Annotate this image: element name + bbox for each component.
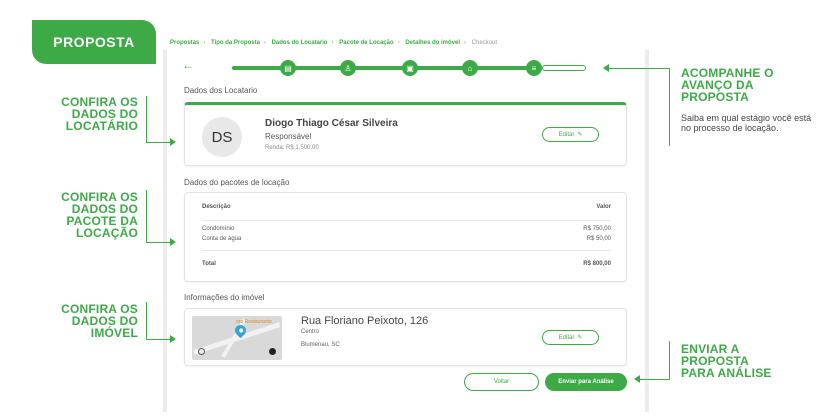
arrow-right-icon <box>170 238 176 246</box>
edit-property-label: Editar <box>558 334 575 341</box>
callout-connector <box>609 68 669 69</box>
callout-connector <box>640 379 670 380</box>
list-icon[interactable]: ▤ <box>280 60 296 76</box>
breadcrumb-separator: › <box>464 40 466 46</box>
pencil-icon: ✎ <box>577 335 583 341</box>
breadcrumb-item-checkout: Checkout <box>471 40 498 46</box>
callout-line: PARA ANÁLISE <box>681 366 772 380</box>
edit-property-button[interactable]: Editar ✎ <box>542 330 599 345</box>
breadcrumb-item-tipo[interactable]: Tipo da Proposta <box>211 40 260 46</box>
divider <box>202 220 611 221</box>
callout-line: LOCATÁRIO <box>65 119 138 133</box>
callout-progress: ACOMPANHE O AVANÇO DA PROPOSTA <box>681 67 831 103</box>
callout-bracket <box>669 341 670 380</box>
divider <box>202 250 611 251</box>
table-row: Condomínio R$ 750,00 <box>202 226 611 232</box>
proposal-badge-label: PROPOSTA <box>53 34 135 50</box>
edit-tenant-button[interactable]: Editar ✎ <box>542 127 599 142</box>
income-label: Renda: <box>265 145 285 151</box>
stage: PROPOSTA Propostas › Tipo da Proposta › Da… <box>0 0 840 420</box>
pencil-icon: ✎ <box>577 132 583 138</box>
callout-connector <box>146 242 170 243</box>
avatar: DS <box>202 117 242 157</box>
breadcrumb: Propostas › Tipo da Proposta › Dados do Lo… <box>170 40 497 46</box>
locate-icon[interactable] <box>198 348 205 355</box>
package-card: Descrição Valor Condomínio R$ 750,00 Con… <box>184 192 627 282</box>
arrow-right-icon <box>170 335 176 343</box>
tenant-card: DS Diogo Thiago César Silveira Responsáv… <box>184 102 627 166</box>
row-value: R$ 50,00 <box>586 236 611 242</box>
callout-line: LOCAÇÃO <box>75 226 138 240</box>
row-label: Condomínio <box>202 226 235 232</box>
edit-tenant-label: Editar <box>558 131 575 138</box>
back-button[interactable]: Voltar <box>464 373 539 391</box>
progress-line <box>232 66 542 70</box>
callout-connector <box>146 142 170 143</box>
progress-line-end <box>542 65 586 71</box>
arrow-right-icon <box>170 138 176 146</box>
callout-progress-description: Saiba em qual estágio você está no proce… <box>681 113 812 133</box>
package-section-title: Dados do pacotes de locação <box>184 178 290 187</box>
breadcrumb-item-imovel[interactable]: Detalhes do imóvel <box>405 40 460 46</box>
home-icon[interactable]: ⌂ <box>462 60 478 76</box>
total-value: R$ 800,00 <box>583 261 611 267</box>
callout-property: CONFIRA OS DADOS DO IMÓVEL <box>30 303 138 339</box>
table-row: Conta de água R$ 50,00 <box>202 236 611 242</box>
callout-line: IMÓVEL <box>90 326 138 340</box>
callout-package: CONFIRA OS DADOS DO PACOTE DA LOCAÇÃO <box>30 191 138 239</box>
column-value: Valor <box>596 204 611 210</box>
send-for-analysis-button[interactable]: Enviar para Análise <box>545 373 627 391</box>
proposal-badge: PROPOSTA <box>32 20 156 64</box>
breadcrumb-item-locatario[interactable]: Dados do Locatario <box>272 40 328 46</box>
breadcrumb-separator: › <box>203 40 206 46</box>
column-description: Descrição <box>202 204 231 210</box>
package-table-header: Descrição Valor <box>202 204 611 210</box>
callout-tenant: CONFIRA OS DADOS DO LOCATÁRIO <box>30 96 138 132</box>
callout-send: ENVIAR A PROPOSTA PARA ANÁLISE <box>681 343 821 379</box>
row-label: Conta de água <box>202 236 242 242</box>
callout-bracket <box>146 190 147 242</box>
property-district: Centro <box>301 329 320 335</box>
property-street: Rua Floriano Peixoto, 126 <box>301 315 429 327</box>
property-city: Blumenau, SC <box>301 342 340 348</box>
checklist-icon[interactable]: ≡ <box>526 60 542 76</box>
callout-line: PROPOSTA <box>681 90 750 104</box>
breadcrumb-item-pacote[interactable]: Pacote de Locação <box>339 40 393 46</box>
progress-stepper: ▤ ♙ ▣ ⌂ ≡ <box>232 58 592 78</box>
callout-connector <box>146 339 170 340</box>
tenant-section-title: Dados dos Locatario <box>184 86 258 95</box>
total-row: Total R$ 800,00 <box>202 261 611 267</box>
callout-bracket <box>146 96 147 142</box>
tenant-role: Responsável <box>265 132 312 141</box>
row-value: R$ 750,00 <box>583 226 611 232</box>
callout-bracket <box>669 68 670 146</box>
property-card: oro Restaurante Rua Floriano Peixoto, 12… <box>184 308 627 366</box>
breadcrumb-separator: › <box>331 40 334 46</box>
breadcrumb-separator: › <box>263 40 266 46</box>
income-value: R$ 1.500,00 <box>286 145 319 151</box>
total-label: Total <box>202 261 216 267</box>
tenant-name: Diogo Thiago César Silveira <box>265 118 398 129</box>
arrow-left-icon[interactable]: ← <box>182 59 194 71</box>
user-icon[interactable]: ♙ <box>340 60 356 76</box>
callout-bracket <box>146 302 147 339</box>
info-icon[interactable] <box>269 348 276 355</box>
package-icon[interactable]: ▣ <box>402 60 418 76</box>
tenant-income: Renda: R$ 1.500,00 <box>265 145 319 151</box>
breadcrumb-item-propostas[interactable]: Propostas <box>170 40 199 46</box>
property-map[interactable]: oro Restaurante <box>192 316 282 360</box>
breadcrumb-separator: › <box>397 40 400 46</box>
property-section-title: Informações do imóvel <box>184 293 265 302</box>
